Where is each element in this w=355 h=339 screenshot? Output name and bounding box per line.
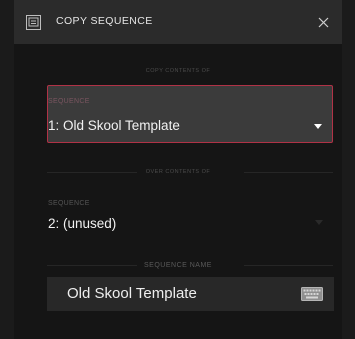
keyboard-icon[interactable]: [301, 286, 323, 301]
close-icon: [318, 13, 329, 32]
source-sequence-value: 1: Old Skool Template: [48, 118, 180, 133]
dropdown-arrow-icon: [315, 220, 323, 225]
section-divider: [244, 172, 333, 173]
close-button[interactable]: [312, 11, 334, 33]
copy-sequence-icon: [26, 15, 41, 30]
destination-sequence-value: 2: (unused): [48, 216, 117, 231]
copy-from-section-label: COPY CONTENTS OF: [145, 68, 211, 74]
section-divider: [244, 265, 333, 266]
sequence-name-value: Old Skool Template: [67, 285, 197, 302]
sequence-name-field[interactable]: Old Skool Template: [47, 277, 334, 311]
dialog-title: COPY SEQUENCE: [56, 15, 153, 27]
destination-sequence-select[interactable]: SEQUENCE 2: (unused): [47, 193, 333, 237]
source-sequence-select[interactable]: SEQUENCE 1: Old Skool Template: [47, 85, 333, 143]
copy-sequence-dialog: COPY SEQUENCE COPY CONTENTS OF SEQUENCE …: [14, 0, 342, 339]
dropdown-arrow-icon: [314, 124, 322, 129]
source-sequence-caption: SEQUENCE: [48, 98, 90, 105]
destination-sequence-caption: SEQUENCE: [48, 200, 90, 207]
dialog-titlebar: COPY SEQUENCE: [14, 0, 342, 44]
